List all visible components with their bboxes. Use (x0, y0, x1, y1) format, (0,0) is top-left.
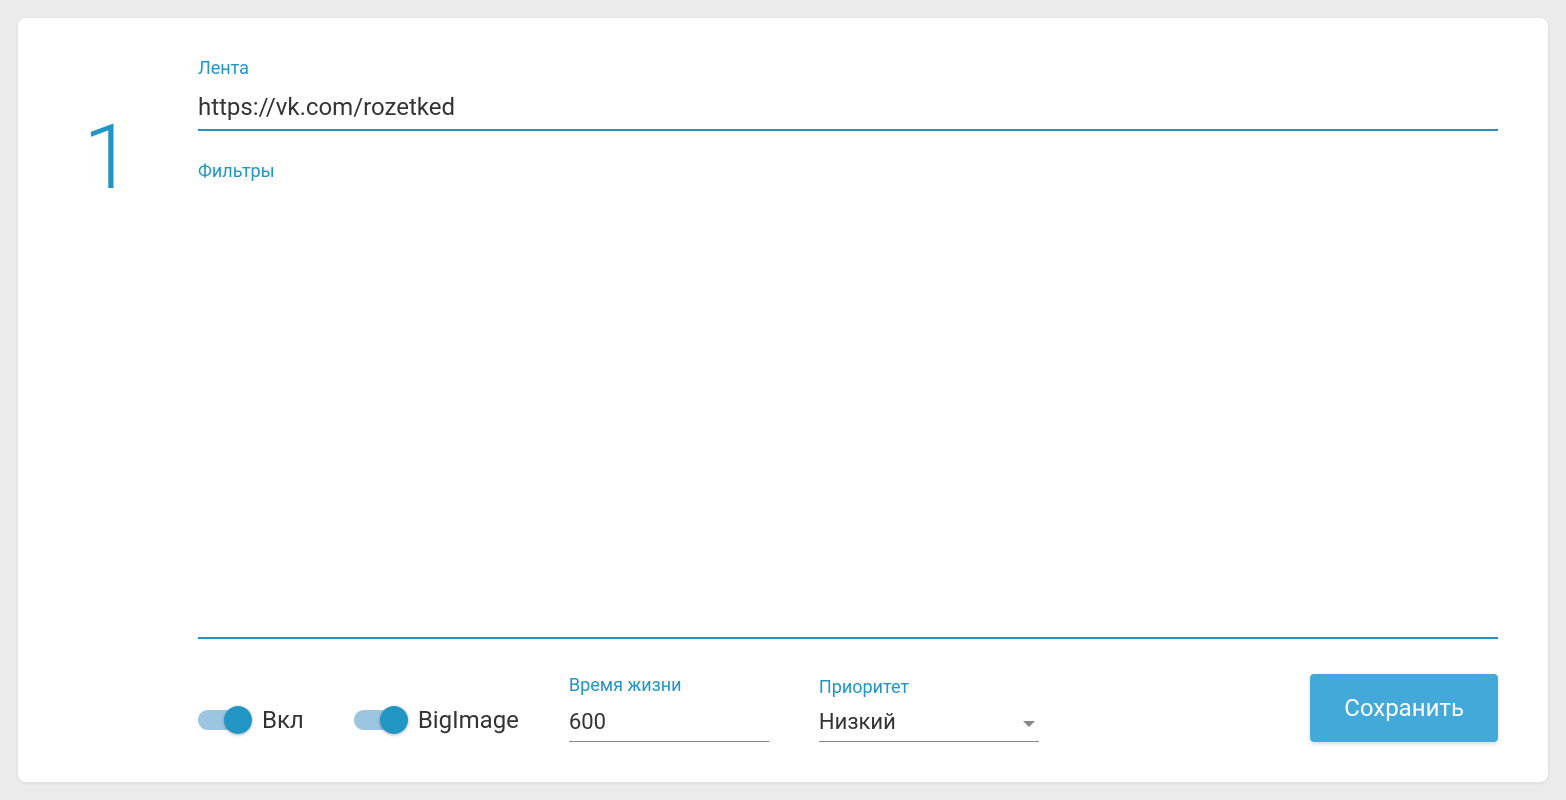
number-column: 1 (48, 58, 168, 742)
content-column: Лента Фильтры Вкл BigImage Время жизни (198, 58, 1498, 742)
ttl-input[interactable] (569, 704, 769, 742)
filters-area[interactable] (198, 188, 1498, 639)
feed-label: Лента (198, 58, 1498, 79)
bigimage-toggle-wrap: BigImage (354, 706, 519, 742)
enabled-toggle[interactable] (198, 710, 248, 730)
ttl-label: Время жизни (569, 675, 769, 696)
bigimage-toggle-label: BigImage (418, 706, 519, 734)
item-number: 1 (83, 113, 133, 203)
bigimage-toggle[interactable] (354, 710, 404, 730)
chevron-down-icon (1023, 721, 1035, 727)
ttl-field: Время жизни (569, 675, 769, 742)
filters-label: Фильтры (198, 161, 1498, 182)
bottom-controls-row: Вкл BigImage Время жизни Приоритет Низки… (198, 674, 1498, 742)
feed-input[interactable] (198, 85, 1498, 131)
priority-field: Приоритет Низкий (819, 677, 1039, 742)
feed-field-group: Лента (198, 58, 1498, 131)
filters-section: Фильтры (198, 161, 1498, 674)
priority-select[interactable]: Низкий (819, 704, 1039, 742)
feed-card: 1 Лента Фильтры Вкл BigImage (18, 18, 1548, 782)
enabled-toggle-wrap: Вкл (198, 706, 304, 742)
priority-value: Низкий (819, 710, 896, 735)
priority-label: Приоритет (819, 677, 1039, 698)
enabled-toggle-label: Вкл (262, 706, 304, 734)
toggle-knob-icon (380, 706, 408, 734)
toggle-knob-icon (224, 706, 252, 734)
save-button[interactable]: Сохранить (1310, 674, 1498, 742)
